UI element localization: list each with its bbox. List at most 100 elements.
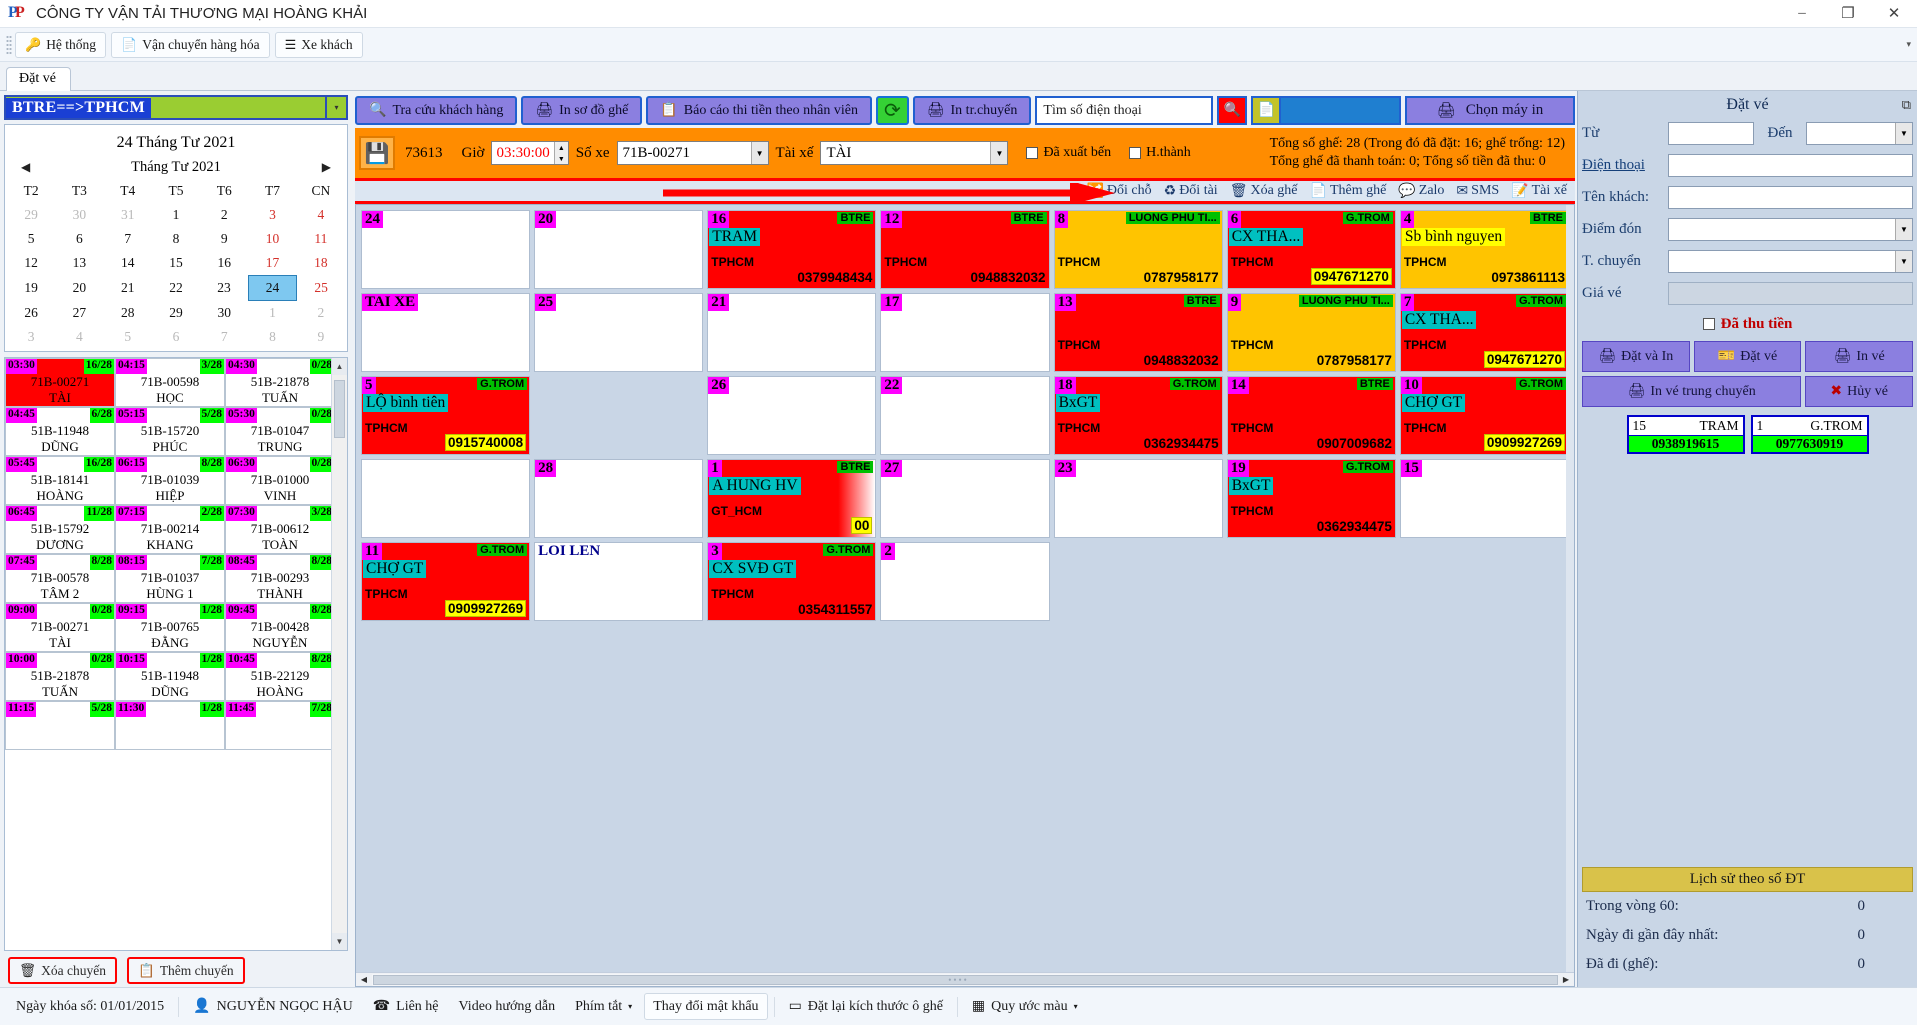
delete-seat-button[interactable]: 🗑 Xóa ghế <box>1230 183 1298 200</box>
seat-cell[interactable]: 10 G.TROM CHỢ GT TPHCM 0909927269 <box>1399 376 1569 455</box>
trip-item[interactable]: 11:30 1/28 <box>115 701 225 750</box>
calendar-day[interactable]: 7 <box>200 325 248 349</box>
seat-cell[interactable]: 21 <box>707 293 877 372</box>
seat-cell[interactable]: 11 G.TROM CHỢ GT TPHCM 0909927269 <box>361 542 531 621</box>
from-input[interactable] <box>1668 121 1754 145</box>
change-password-button[interactable]: Thay đổi mật khẩu <box>644 993 768 1020</box>
seat-cell[interactable]: 4 BTRE Sb bình nguyen TPHCM 0973861113 <box>1399 210 1569 289</box>
minimize-button[interactable]: – <box>1779 0 1825 28</box>
trip-item[interactable]: 05:45 16/28 51B-18141 HOÀNG <box>5 456 115 505</box>
book-and-print-button[interactable]: 🖨 Đặt và In <box>1582 341 1690 372</box>
trip-item[interactable]: 04:15 3/28 71B-00598 HỌC <box>115 358 225 407</box>
add-seat-button[interactable]: 📄 Thêm ghế <box>1310 183 1387 200</box>
seat-cell[interactable]: 1 BTRE A HUNG HV GT_HCM 00 <box>707 459 877 538</box>
time-value[interactable]: 03:30:00 <box>492 142 553 164</box>
route-dropdown-icon[interactable]: ▾ <box>327 95 348 120</box>
trip-item[interactable]: 07:30 3/28 71B-00612 TOÀN <box>225 505 335 554</box>
tab-dat-ve[interactable]: Đặt vé <box>6 67 71 91</box>
trip-item[interactable]: 07:15 2/28 71B-00214 KHANG <box>115 505 225 554</box>
sms-button[interactable]: ✉ SMS <box>1456 183 1499 200</box>
chevron-down-icon[interactable]: ▼ <box>1895 218 1912 240</box>
chevron-down-icon[interactable]: ▼ <box>1895 250 1912 272</box>
calendar-day[interactable]: 30 <box>200 301 248 326</box>
trip-item[interactable]: 06:45 11/28 51B-15792 DƯƠNG <box>5 505 115 554</box>
seat-cell[interactable]: TAI XE <box>361 293 531 372</box>
price-input[interactable] <box>1668 281 1913 305</box>
trip-item[interactable]: 11:45 7/28 <box>225 701 335 750</box>
calendar-day[interactable]: 26 <box>7 301 55 326</box>
seat-cell[interactable]: 22 <box>880 376 1050 455</box>
calendar-day-selected[interactable]: 24 <box>247 275 298 301</box>
scroll-thumb[interactable] <box>334 380 345 438</box>
seat-cell[interactable]: 17 <box>880 293 1050 372</box>
calendar-day[interactable]: 10 <box>248 227 296 251</box>
to-input[interactable]: ▼ <box>1806 121 1913 145</box>
calendar-day[interactable]: 23 <box>200 276 248 301</box>
calendar-day[interactable]: 5 <box>7 227 55 251</box>
trip-item[interactable]: 06:30 0/28 71B-01000 VINH <box>225 456 335 505</box>
add-trip-button[interactable]: 📋 Thêm chuyến <box>127 957 245 984</box>
print-transfer-ticket-button[interactable]: 🖨 In vé trung chuyển <box>1582 376 1802 407</box>
checkbox-box[interactable] <box>1129 147 1142 159</box>
seat-cell[interactable]: 8 LUONG PHU TI... TPHCM 0787958177 <box>1053 210 1223 289</box>
trip-list-scrollbar[interactable]: ▲ ▼ <box>331 358 347 950</box>
menu-item-he-thong[interactable]: 🔑 Hệ thống <box>15 31 107 58</box>
calendar-day[interactable]: 27 <box>55 301 103 326</box>
completed-checkbox[interactable]: H.thành <box>1129 145 1191 161</box>
trip-item[interactable]: 04:45 6/28 51B-11948 DŨNG <box>5 407 115 456</box>
seat-cell[interactable]: 24 <box>361 210 531 289</box>
time-down-icon[interactable]: ▼ <box>554 153 568 164</box>
calendar-day[interactable]: 4 <box>297 203 345 227</box>
calendar-day[interactable]: 2 <box>200 203 248 227</box>
seat-cell[interactable]: 28 <box>534 459 704 538</box>
calendar-day[interactable]: 8 <box>248 325 296 349</box>
trip-item[interactable]: 10:45 8/28 51B-22129 HOÀNG <box>225 652 335 701</box>
calendar-day[interactable]: 17 <box>248 251 296 276</box>
chevron-down-icon[interactable]: ▼ <box>1895 122 1912 144</box>
seat-cell[interactable]: 9 LUONG PHU TI... TPHCM 0787958177 <box>1226 293 1396 372</box>
trip-item[interactable]: 04:30 0/28 51B-21878 TUẤN <box>225 358 335 407</box>
color-legend-button[interactable]: ▦ Quy ước màu ▾ <box>964 993 1086 1020</box>
scroll-up-icon[interactable]: ▲ <box>332 358 347 375</box>
calendar-day[interactable]: 7 <box>104 227 152 251</box>
trip-item[interactable]: 08:45 8/28 71B-00293 THÀNH <box>225 554 335 603</box>
splitter-handle-icon[interactable]: •••• <box>948 975 969 985</box>
maximize-button[interactable]: ❐ <box>1825 0 1871 28</box>
chevron-down-icon[interactable]: ▼ <box>990 142 1008 164</box>
calendar-day[interactable]: 1 <box>248 301 296 326</box>
calendar-day[interactable]: 19 <box>7 276 55 301</box>
refresh-button[interactable]: ⟳ <box>875 96 909 125</box>
seat-cell[interactable]: 18 G.TROM BxGT TPHCM 0362934475 <box>1053 376 1223 455</box>
driver-select[interactable]: TÀI ▼ <box>820 141 1009 165</box>
delete-trip-button[interactable]: 🗑 Xóa chuyến <box>8 957 117 984</box>
contact-button[interactable]: ☎ Liên hệ <box>365 993 447 1020</box>
staff-report-button[interactable]: 📋 Báo cáo thi tiền theo nhân viên <box>646 96 872 125</box>
shortcuts-button[interactable]: Phím tắt ▾ <box>567 993 640 1020</box>
calendar-day[interactable]: 14 <box>104 251 152 276</box>
checkbox-box[interactable] <box>1026 147 1039 159</box>
calendar-day[interactable]: 29 <box>152 301 200 326</box>
swap-vehicle-button[interactable]: ♻ Đổi tài <box>1164 183 1218 200</box>
seat-cell[interactable]: 16 BTRE TRAM TPHCM 0379948434 <box>707 210 877 289</box>
seat-cell[interactable]: 7 G.TROM CX THA... TPHCM 0947671270 <box>1399 293 1569 372</box>
calendar-day[interactable]: 6 <box>152 325 200 349</box>
seat-cell[interactable]: 13 BTRE TPHCM 0948832032 <box>1053 293 1223 372</box>
trip-item[interactable]: 08:15 7/28 71B-01037 HÙNG 1 <box>115 554 225 603</box>
calendar-day[interactable]: 12 <box>7 251 55 276</box>
scroll-left-icon[interactable]: ◀ <box>356 975 372 984</box>
recent-ticket[interactable]: 15 TRAM 0938919615 <box>1626 415 1745 454</box>
trip-item[interactable]: 09:00 0/28 71B-00271 TÀI <box>5 603 115 652</box>
seat-cell[interactable]: 20 <box>534 210 704 289</box>
calendar-day[interactable]: 2 <box>297 301 345 326</box>
menu-overflow-icon[interactable]: ▾ <box>1906 39 1911 50</box>
trip-item[interactable]: 09:45 8/28 71B-00428 NGUYỄN <box>225 603 335 652</box>
phone-search-go-button[interactable]: 🔍 <box>1217 96 1248 125</box>
trip-item[interactable]: 07:45 8/28 71B-00578 TÂM 2 <box>5 554 115 603</box>
trip-item[interactable]: 03:30 16/28 71B-00271 TÀI <box>5 358 115 407</box>
menu-item-xe-khach[interactable]: ☰ Xe khách <box>274 31 363 58</box>
departed-checkbox[interactable]: Đã xuất bến <box>1026 145 1111 161</box>
calendar-day[interactable]: 15 <box>152 251 200 276</box>
seat-cell[interactable]: 23 <box>1053 459 1223 538</box>
trip-item[interactable]: 11:15 5/28 <box>5 701 115 750</box>
phone-input[interactable] <box>1668 153 1913 177</box>
